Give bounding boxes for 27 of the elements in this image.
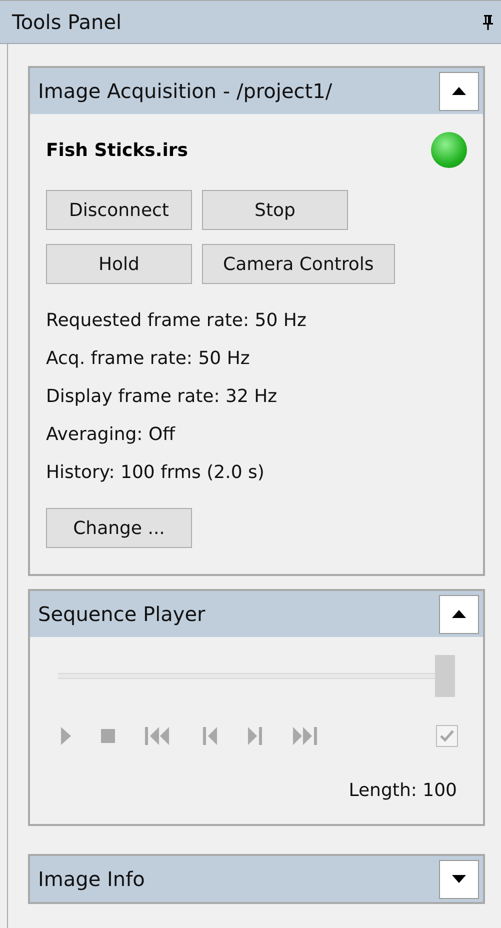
action-button[interactable]: Stop [202, 190, 348, 230]
length-text: Length: 100 [348, 780, 457, 802]
info-text: History: 100 frms (2.0 s) [46, 462, 266, 484]
info-text: Requested frame rate: 50 Hz [46, 310, 308, 332]
change-button[interactable]: Change ... [46, 508, 192, 548]
step-forward-icon [248, 727, 263, 745]
play-icon [61, 727, 71, 745]
file-name: Fish Sticks.irs [46, 140, 188, 160]
collapse-icon [452, 610, 466, 618]
group-title: Image Acquisition - /project1/ [38, 79, 332, 103]
collapse-icon [452, 87, 466, 95]
collapse-button[interactable] [439, 72, 479, 110]
group-title: Image Info [38, 867, 145, 891]
expand-icon [452, 875, 466, 883]
pin-icon[interactable] [483, 14, 493, 30]
step-back-icon [203, 727, 218, 745]
action-button[interactable]: Hold [46, 244, 192, 284]
stop-icon [101, 729, 115, 743]
expand-button[interactable] [439, 860, 479, 898]
action-button[interactable]: Camera Controls [202, 244, 395, 284]
action-button[interactable]: Disconnect [46, 190, 192, 230]
panel-title: Tools Panel [12, 10, 122, 34]
group-title: Sequence Player [38, 602, 206, 626]
info-text: Acq. frame rate: 50 Hz [46, 348, 251, 370]
check-icon [440, 730, 454, 742]
info-text: Averaging: Off [46, 424, 176, 446]
info-text: Display frame rate: 32 Hz [46, 386, 278, 408]
